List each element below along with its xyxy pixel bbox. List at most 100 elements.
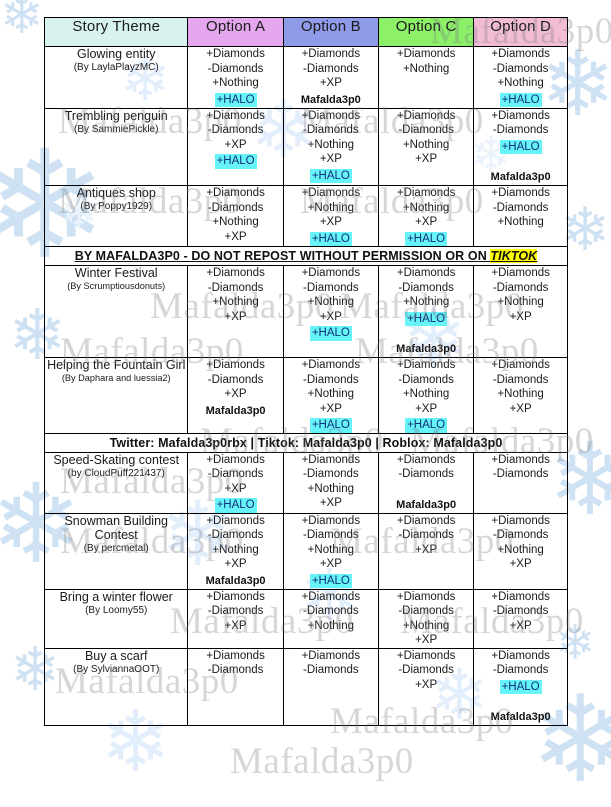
option-cell: +Diamonds -Diamonds +Nothing +XP bbox=[187, 265, 284, 358]
option-outcome: +Diamonds bbox=[301, 514, 361, 527]
halo-badge: +HALO bbox=[214, 154, 257, 169]
halo-badge: +HALO bbox=[214, 92, 257, 107]
option-cell: +Diamonds -Diamonds +Nothing +HALO Mafalda3p… bbox=[377, 265, 475, 358]
option-outcome: +XP bbox=[319, 77, 342, 89]
option-outcome: -Diamonds bbox=[303, 529, 359, 541]
notice-banner-text: BY MAFALDA3P0 - DO NOT REPOST WITHOUT PE… bbox=[74, 249, 491, 263]
halo-outcome-row: +HALO bbox=[188, 91, 282, 107]
story-theme-title: Winter Festival bbox=[74, 266, 158, 280]
option-outcome: +Nothing bbox=[212, 543, 259, 556]
option-outcome: -Diamonds bbox=[207, 124, 264, 136]
option-cell: +Diamonds -Diamonds bbox=[187, 647, 284, 726]
option-outcome: +Diamonds bbox=[396, 48, 456, 60]
tiktok-highlight: TIKTOK bbox=[490, 249, 538, 263]
halo-outcome-row: +HALO bbox=[188, 496, 282, 513]
option-outcome: +XP bbox=[509, 558, 532, 570]
option-cell: +Diamonds -Diamonds +Nothing bbox=[473, 185, 568, 247]
story-theme-author: (By percmetal) bbox=[83, 542, 149, 554]
option-outcome: -Diamonds bbox=[492, 124, 549, 136]
option-outcome: +Diamonds bbox=[491, 453, 550, 466]
option-outcome: -Diamonds bbox=[492, 62, 549, 75]
option-outcome: +XP bbox=[224, 619, 247, 632]
option-outcome: +Nothing bbox=[307, 138, 355, 151]
option-outcome: -Diamonds bbox=[207, 664, 264, 676]
option-outcome: +Nothing bbox=[402, 388, 450, 400]
option-cell: +Diamonds -Diamonds +Nothing +XP bbox=[377, 588, 475, 649]
halo-badge: +HALO bbox=[309, 326, 352, 341]
option-outcome: +Nothing bbox=[497, 216, 544, 228]
option-outcome: +Diamonds bbox=[301, 267, 361, 279]
option-cell: +Diamonds -Diamonds +Nothing +XP bbox=[282, 451, 379, 514]
story-theme-cell: Glowing entity (By LaylaPlayzMC) bbox=[43, 46, 189, 109]
option-cell: +Diamonds -Diamonds bbox=[473, 451, 568, 514]
option-outcome: +Nothing bbox=[402, 619, 450, 632]
option-outcome: +Diamonds bbox=[206, 649, 265, 662]
option-outcome: +Diamonds bbox=[206, 109, 265, 122]
option-outcome: -Diamonds bbox=[492, 281, 549, 294]
option-cell: +Diamonds -Diamonds +XP bbox=[187, 588, 284, 649]
option-outcome: +Nothing bbox=[497, 296, 544, 308]
option-outcome: +Nothing bbox=[402, 296, 450, 308]
option-outcome: +Nothing bbox=[212, 296, 259, 308]
option-outcome: +Diamonds bbox=[206, 453, 265, 466]
story-theme-title: Glowing entity bbox=[76, 47, 156, 61]
option-outcome: -Diamonds bbox=[303, 664, 359, 676]
table-row: Antiques shop (By Poppy1929) +Diamonds -Dia… bbox=[43, 185, 568, 247]
notice-banner-cell: BY MAFALDA3P0 - DO NOT REPOST WITHOUT PE… bbox=[44, 246, 568, 266]
option-outcome: +Diamonds bbox=[396, 649, 456, 662]
story-theme-author: (By Poppy1929) bbox=[80, 201, 153, 212]
option-outcome: -Diamonds bbox=[398, 281, 454, 294]
story-theme-title: Snowman Building Contest bbox=[64, 513, 168, 542]
story-theme-author: (By LaylaPlayzMC) bbox=[73, 62, 159, 73]
option-outcome: +Nothing bbox=[307, 388, 355, 400]
option-cell: +Diamonds -Diamonds bbox=[282, 647, 379, 726]
table-row: Trembling penguin (By SammiePickle) +Diamo… bbox=[43, 107, 568, 186]
option-cell: +Diamonds -Diamonds +Nothing +XP +HALO bbox=[377, 357, 475, 434]
option-outcome: +Diamonds bbox=[301, 109, 361, 122]
halo-badge: +HALO bbox=[405, 231, 448, 246]
option-outcome: +Diamonds bbox=[206, 590, 265, 603]
column-header-option-c: Option C bbox=[377, 17, 475, 47]
option-cell: +Diamonds -Diamonds +XP +HALO bbox=[187, 451, 284, 514]
option-cell: +Diamonds -Diamonds +Nothing +XP +HALO bbox=[282, 357, 379, 434]
option-outcome: -Diamonds bbox=[492, 529, 549, 541]
option-cell: +Diamonds -Diamonds +Nothing +XP bbox=[473, 357, 568, 434]
table-row: Speed-Skating contest (by CloudPuff221437… bbox=[43, 451, 568, 514]
option-outcome: +Nothing bbox=[497, 543, 544, 556]
halo-badge: +HALO bbox=[405, 418, 448, 433]
story-options-table: Story Theme Option A Option B Option C O… bbox=[43, 17, 568, 726]
halo-outcome-row: +HALO bbox=[379, 416, 473, 433]
halo-badge: +HALO bbox=[309, 168, 352, 183]
halo-badge: +HALO bbox=[309, 231, 352, 246]
option-outcome: +Diamonds bbox=[301, 48, 361, 60]
option-cell: +Diamonds -Diamonds +XP Mafalda3p0 bbox=[282, 46, 379, 109]
option-outcome: +XP bbox=[224, 388, 247, 400]
option-outcome: +XP bbox=[319, 497, 342, 509]
option-outcome: +XP bbox=[415, 402, 438, 415]
option-cell: +Diamonds -Diamonds +Nothing +XP +HALO bbox=[282, 512, 379, 590]
story-theme-title: Trembling penguin bbox=[64, 108, 168, 123]
option-cell: +Diamonds -Diamonds +Nothing +XP bbox=[377, 107, 475, 186]
halo-outcome-row: +HALO bbox=[379, 310, 473, 326]
option-outcome: +Diamonds bbox=[301, 453, 361, 466]
option-outcome: +Diamonds bbox=[491, 359, 550, 371]
story-theme-cell: Buy a scarf (By SylviannaOOT) bbox=[43, 647, 189, 726]
table-row: Snowman Building Contest (By percmetal) +D… bbox=[43, 512, 568, 590]
option-outcome: +Diamonds bbox=[396, 109, 456, 122]
option-outcome: +XP bbox=[509, 402, 532, 415]
table-header: Story Theme Option A Option B Option C O… bbox=[43, 17, 568, 47]
option-outcome: +XP bbox=[224, 482, 247, 495]
halo-outcome-row: +HALO bbox=[284, 230, 378, 246]
option-outcome: +Diamonds bbox=[206, 187, 265, 199]
story-theme-author: (by CloudPuff221437) bbox=[67, 467, 165, 479]
option-outcome: +Diamonds bbox=[206, 359, 265, 371]
option-outcome: +Diamonds bbox=[491, 187, 550, 199]
option-outcome: -Diamonds bbox=[303, 373, 359, 386]
option-outcome: +XP bbox=[224, 230, 247, 243]
option-outcome: +Nothing bbox=[307, 296, 355, 308]
option-outcome: +Diamonds bbox=[396, 187, 456, 199]
option-outcome: -Diamonds bbox=[207, 529, 264, 541]
option-outcome: +Nothing bbox=[307, 201, 355, 214]
option-outcome: +XP bbox=[319, 558, 342, 570]
option-outcome: -Diamonds bbox=[492, 468, 549, 480]
